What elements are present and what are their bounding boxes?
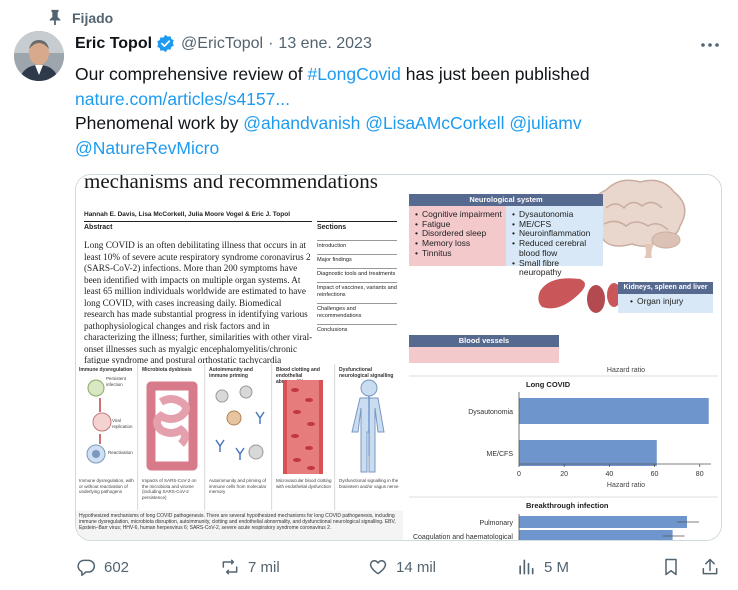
bar [519, 530, 673, 540]
views-chart-icon [519, 559, 534, 575]
bar [519, 398, 709, 424]
tweet-actions: 602 7 mil 14 mil 5 M [0, 553, 738, 583]
category-label: ME/CFS [487, 451, 514, 458]
figure-caption: Hypothesized mechanisms of long COVID pa… [76, 511, 403, 540]
category-label: Coagulation and haematological [413, 534, 513, 541]
x-tick-label: 0 [517, 471, 521, 478]
hazard-ratio-charts: Hazard ratio Long COVID Dysautonomia ME/CFS… [404, 364, 721, 541]
blood-vessels-heading: Blood vessels [409, 335, 559, 347]
mechanism-label: Viral replication [112, 418, 133, 429]
mechanism-column: Microbiota dysbiosis Impacts of SARS-CoV… [139, 364, 205, 510]
tweet-text: Our comprehensive review of #LongCovid h… [75, 62, 720, 160]
x-tick-label: 60 [651, 471, 659, 478]
neurological-symptoms-right: Dysautonomia ME/CFS Neuroinflammation Re… [506, 206, 603, 277]
pin-icon [48, 9, 62, 28]
article-link[interactable]: nature.com/articles/s4157... [75, 89, 290, 109]
section-item: Introduction [317, 240, 397, 254]
sections-heading: Sections [317, 224, 347, 231]
reply-icon [77, 559, 96, 577]
mechanisms-figure: Immune dysregulation Persistent infectio… [76, 364, 403, 540]
x-axis-label: Hazard ratio [607, 482, 645, 489]
pinned-label: Fijado [72, 10, 114, 26]
neurological-symptoms-left: Cognitive impairment Fatigue Disordered … [409, 206, 506, 266]
x-tick-label: 20 [560, 471, 568, 478]
symptom-item: Organ injury [630, 296, 713, 307]
section-item: Impact of vaccines, variants and reinfec… [317, 282, 397, 303]
mechanism-caption: Microvascular blood clotting with endoth… [276, 478, 332, 489]
more-options-icon[interactable] [699, 35, 721, 55]
sections-list: Sections Introduction Major findings Dia… [317, 221, 397, 338]
share-button[interactable] [700, 557, 720, 577]
symptom-item: Tinnitus [415, 248, 506, 259]
tweet-line-1: Our comprehensive review of #LongCovid h… [75, 64, 590, 84]
mention-link[interactable]: @LisaAMcCorkell [365, 113, 504, 133]
like-button[interactable]: 14 mil [368, 557, 436, 577]
paper-title: mechanisms and recommendations [84, 174, 378, 193]
repost-icon [222, 559, 238, 575]
x-tick-label: 80 [696, 471, 704, 478]
section-item: Conclusions [317, 324, 397, 338]
mechanism-column: Autoimmunity and immune priming Autoimmu… [206, 364, 272, 510]
bar [519, 440, 657, 466]
mechanism-caption: Immune dysregulation, with or without re… [79, 478, 134, 494]
x-tick-label: 40 [605, 471, 613, 478]
bookmark-button[interactable] [661, 557, 681, 577]
pinned-indicator: Fijado [48, 8, 113, 28]
mechanism-label: Reactivation [108, 450, 133, 455]
tweet-line-3: Phenomenal work by @ahandvanish @LisaAMc… [75, 113, 582, 133]
section-item: Major findings [317, 254, 397, 268]
x-axis-label: Hazard ratio [607, 367, 645, 374]
kidneys-spleen-liver-list: Organ injury [618, 294, 713, 313]
views-count: 5 M [544, 558, 570, 576]
mention-link[interactable]: @ahandvanish [243, 113, 360, 133]
mention-link[interactable]: @NatureRevMicro [75, 138, 219, 158]
reply-count: 602 [104, 558, 130, 576]
mechanism-title: Microbiota dysbiosis [142, 367, 192, 373]
mechanism-caption: Impacts of SARS-CoV-2 on the microbiota … [142, 478, 197, 500]
blood-vessels-list [409, 347, 559, 363]
author-name[interactable]: Eric Topol [75, 35, 152, 53]
hashtag-link[interactable]: #LongCovid [307, 64, 400, 84]
share-icon [702, 558, 718, 575]
bar-charts: Hazard ratio Long COVID Dysautonomia ME/CFS… [409, 367, 718, 541]
symptom-item: Reduced cerebral blood flow [512, 238, 603, 258]
section-item: Diagnostic tools and treatments [317, 268, 397, 282]
author-handle[interactable]: @EricTopol [181, 35, 263, 53]
separator-dot: · [268, 34, 274, 52]
mechanism-caption: Autoimmunity and priming of immune cells… [209, 478, 267, 494]
bar [519, 516, 687, 528]
tweet-header: Eric Topol @EricTopol · 13 ene. 2023 [75, 34, 372, 53]
category-label: Pulmonary [480, 520, 514, 527]
paper-authors: Hannah E. Davis, Lisa McCorkell, Julia M… [84, 211, 291, 218]
category-label: Dysautonomia [468, 409, 513, 416]
reply-button[interactable]: 602 [76, 557, 129, 577]
mechanism-label: Persistent infection [106, 376, 127, 387]
tweet-date[interactable]: 13 ene. 2023 [278, 35, 371, 53]
verified-badge-icon [157, 34, 174, 53]
neurological-system-heading: Neurological system [409, 194, 603, 206]
mechanism-column: Immune dysregulation Persistent infectio… [76, 364, 138, 510]
chart-title: Long COVID [526, 380, 571, 389]
chart-title: Breakthrough infection [526, 501, 609, 510]
repost-button[interactable]: 7 mil [220, 557, 280, 577]
mechanism-column: Blood clotting and endothelial abnormali… [273, 364, 335, 510]
bookmark-icon [665, 558, 677, 576]
mechanism-title: Immune dysregulation [79, 367, 133, 373]
mechanism-caption: Dysfunctional signalling in the brainste… [339, 478, 399, 489]
kidneys-spleen-liver-heading: Kidneys, spleen and liver [618, 282, 713, 294]
abstract-heading: Abstract [84, 221, 312, 231]
section-item: Challenges and recommendations [317, 303, 397, 324]
mechanism-column: Dysfunctional neurological signalling Dy… [336, 364, 403, 510]
heart-icon [369, 560, 387, 575]
avatar[interactable] [14, 31, 64, 81]
organs-illustration [538, 278, 621, 313]
like-count: 14 mil [396, 558, 437, 576]
views-button[interactable]: 5 M [516, 557, 569, 577]
mention-link[interactable]: @juliamv [509, 113, 581, 133]
paper-panel: mechanisms and recommendations Hannah E.… [76, 174, 403, 400]
symptoms-diagram: Neurological system Cognitive impairment… [404, 175, 721, 363]
repost-count: 7 mil [248, 558, 280, 576]
tweet-media-image[interactable]: mechanisms and recommendations Hannah E.… [75, 174, 722, 541]
